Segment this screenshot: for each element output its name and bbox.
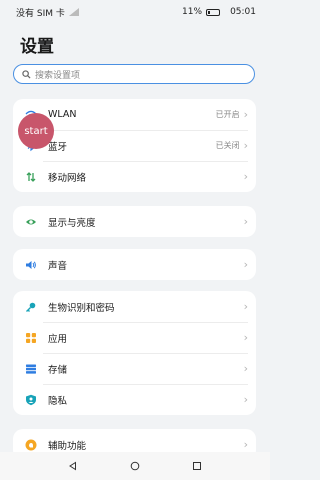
- page-title: 设置: [20, 37, 54, 57]
- bluetooth-status: 已关闭: [215, 141, 240, 150]
- row-sound[interactable]: 声音 ›: [13, 249, 256, 280]
- chevron-right-icon: ›: [243, 108, 248, 121]
- start-overlay-button[interactable]: start: [18, 113, 54, 149]
- mobile-network-label: 移动网络: [48, 172, 87, 184]
- card-sound: 声音 ›: [13, 249, 256, 280]
- chevron-right-icon: ›: [243, 300, 248, 313]
- chevron-right-icon: ›: [243, 362, 248, 375]
- battery-icon: [206, 8, 221, 16]
- storage-icon: [25, 363, 37, 375]
- recents-icon[interactable]: [192, 461, 202, 471]
- row-display[interactable]: 显示与亮度 ›: [13, 206, 256, 237]
- eye-icon: [25, 216, 37, 228]
- navigation-bar: [0, 452, 270, 480]
- privacy-icon: [25, 394, 37, 406]
- bluetooth-label: 蓝牙: [48, 141, 68, 153]
- display-label: 显示与亮度: [48, 217, 96, 229]
- battery-percent: 11%: [182, 7, 203, 17]
- row-storage[interactable]: 存储 ›: [13, 353, 256, 384]
- home-icon[interactable]: [130, 461, 140, 471]
- search-placeholder: 搜索设置项: [35, 70, 81, 81]
- card-display: 显示与亮度 ›: [13, 206, 256, 237]
- storage-label: 存储: [48, 364, 68, 376]
- privacy-label: 隐私: [48, 395, 68, 407]
- mobile-network-icon: [25, 171, 37, 183]
- biometrics-label: 生物识别和密码: [48, 302, 115, 314]
- row-mobile-network[interactable]: 移动网络 ›: [13, 161, 256, 192]
- row-biometrics[interactable]: 生物识别和密码 ›: [13, 291, 256, 322]
- apps-label: 应用: [48, 333, 68, 345]
- chevron-right-icon: ›: [243, 393, 248, 406]
- chevron-right-icon: ›: [243, 331, 248, 344]
- card-security: 生物识别和密码 › 应用 › 存储 › 隐私 ›: [13, 291, 256, 415]
- apps-grid-icon: [25, 332, 37, 344]
- chevron-right-icon: ›: [243, 438, 248, 451]
- clock: 05:01: [230, 7, 256, 17]
- wlan-status: 已开启: [215, 110, 240, 119]
- chevron-right-icon: ›: [243, 258, 248, 271]
- back-icon[interactable]: [68, 461, 78, 471]
- key-icon: [25, 301, 37, 313]
- chevron-right-icon: ›: [243, 170, 248, 183]
- speaker-icon: [25, 259, 37, 271]
- signal-icon: [68, 8, 79, 16]
- chevron-right-icon: ›: [243, 139, 248, 152]
- sound-label: 声音: [48, 260, 68, 272]
- row-privacy[interactable]: 隐私 ›: [13, 384, 256, 415]
- accessibility-icon: [25, 439, 37, 451]
- search-icon: [22, 69, 31, 79]
- status-bar: 没有 SIM 卡 11% 05:01: [0, 0, 270, 24]
- carrier-text: 没有 SIM 卡: [16, 8, 65, 19]
- wlan-label: WLAN: [48, 109, 77, 120]
- row-apps[interactable]: 应用 ›: [13, 322, 256, 353]
- card-network: WLAN 已开启 › 蓝牙 已关闭 › 移动网络 ›: [13, 99, 256, 192]
- accessibility-label: 辅助功能: [48, 440, 87, 452]
- chevron-right-icon: ›: [243, 215, 248, 228]
- search-input[interactable]: 搜索设置项: [13, 64, 255, 84]
